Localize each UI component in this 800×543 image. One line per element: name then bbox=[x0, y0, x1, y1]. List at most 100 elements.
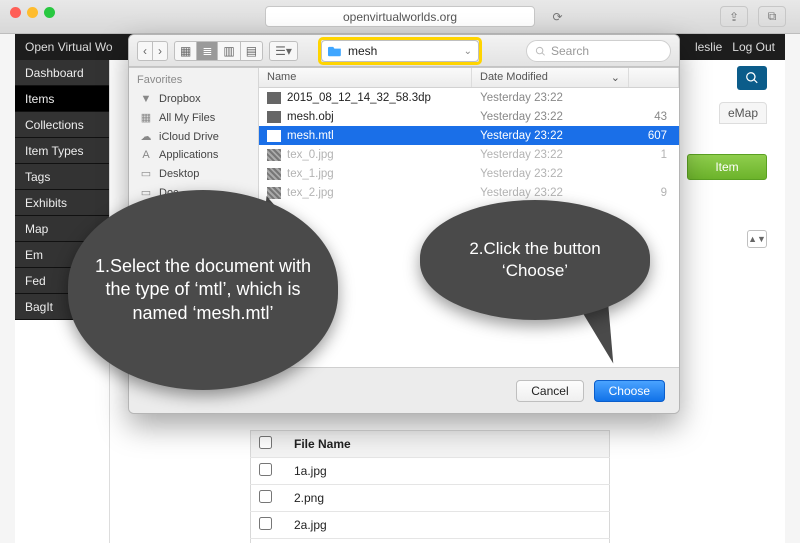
file-row[interactable]: tex_2.jpg Yesterday 23:229 bbox=[259, 183, 679, 202]
folder-popup[interactable]: mesh ⌄ bbox=[321, 40, 479, 62]
folder-icon bbox=[328, 45, 342, 57]
column-date-label: Date Modified bbox=[480, 71, 548, 83]
column-name[interactable]: Name bbox=[259, 68, 472, 87]
user-name[interactable]: leslie bbox=[695, 40, 722, 54]
favorite-all-my-files[interactable]: ▦ All My Files bbox=[137, 108, 250, 127]
file-date: Yesterday 23:22 bbox=[472, 130, 629, 142]
table-row[interactable]: 2b.png bbox=[251, 539, 610, 543]
nav-forward-button[interactable]: › bbox=[152, 41, 168, 61]
favorite-icloud-drive[interactable]: ☁iCloud Drive bbox=[137, 127, 250, 146]
file-date: Yesterday 23:22 bbox=[472, 149, 629, 161]
tabs-icon[interactable]: ⧉ bbox=[758, 6, 786, 27]
file-name: tex_1.jpg bbox=[287, 168, 334, 180]
view-columns-button[interactable]: ▥ bbox=[217, 41, 239, 61]
file-row[interactable]: mesh.obj Yesterday 23:2243 bbox=[259, 107, 679, 126]
favorite-label: Dropbox bbox=[159, 93, 201, 105]
zoom-window-icon[interactable] bbox=[44, 7, 55, 18]
add-item-button[interactable]: Item bbox=[687, 154, 767, 180]
sidebar-item-collections[interactable]: Collections bbox=[15, 112, 109, 138]
favorite-label: All My Files bbox=[159, 112, 215, 124]
annotation-step-2: 2.Click the button ‘Choose’ bbox=[420, 200, 650, 320]
favorite-icon: A bbox=[139, 149, 153, 161]
search-button[interactable] bbox=[737, 66, 767, 90]
choose-button[interactable]: Choose bbox=[594, 380, 665, 402]
reload-icon[interactable]: ⟳ bbox=[545, 6, 570, 27]
file-list-header[interactable]: Name Date Modified ⌄ bbox=[259, 68, 679, 88]
address-bar[interactable]: openvirtualworlds.org bbox=[265, 6, 535, 27]
chevron-updown-icon: ⌄ bbox=[464, 46, 472, 57]
sidebar-item-dashboard[interactable]: Dashboard bbox=[15, 60, 109, 86]
sidebar-item-item-types[interactable]: Item Types bbox=[15, 138, 109, 164]
table-row[interactable]: 2.png bbox=[251, 485, 610, 512]
file-name: mesh.obj bbox=[287, 111, 334, 123]
window-traffic-lights[interactable] bbox=[10, 7, 55, 18]
file-name-cell: 1a.jpg bbox=[286, 458, 610, 485]
table-row[interactable]: 2a.jpg bbox=[251, 512, 610, 539]
file-row[interactable]: mesh.mtl Yesterday 23:22607 bbox=[259, 126, 679, 145]
share-icon[interactable]: ⇪ bbox=[720, 6, 748, 27]
favorites-header: Favorites bbox=[137, 74, 250, 86]
close-window-icon[interactable] bbox=[10, 7, 21, 18]
file-date: Yesterday 23:22 bbox=[472, 92, 629, 104]
sidebar-item-exhibits[interactable]: Exhibits bbox=[15, 190, 109, 216]
file-name: tex_2.jpg bbox=[287, 187, 334, 199]
search-placeholder: Search bbox=[551, 44, 589, 58]
stepper-control[interactable]: ▲▼ bbox=[747, 230, 767, 248]
file-icon bbox=[267, 168, 281, 180]
file-size: 9 bbox=[629, 187, 679, 199]
search-icon bbox=[745, 71, 759, 85]
attached-files-table: File Name 1a.jpg2.png2a.jpg2b.png bbox=[250, 430, 610, 543]
row-checkbox[interactable] bbox=[259, 517, 272, 530]
minimize-window-icon[interactable] bbox=[27, 7, 38, 18]
file-row[interactable]: 2015_08_12_14_32_58.3dp Yesterday 23:22 bbox=[259, 88, 679, 107]
folder-name: mesh bbox=[348, 44, 377, 58]
dialog-search-field[interactable]: Search bbox=[526, 40, 671, 62]
row-checkbox[interactable] bbox=[259, 463, 272, 476]
file-name: 2015_08_12_14_32_58.3dp bbox=[287, 92, 431, 104]
view-coverflow-button[interactable]: ▤ bbox=[240, 41, 263, 61]
table-row[interactable]: 1a.jpg bbox=[251, 458, 610, 485]
favorite-icon: ▭ bbox=[139, 167, 153, 180]
file-date: Yesterday 23:22 bbox=[472, 111, 629, 123]
favorite-applications[interactable]: AApplications bbox=[137, 146, 250, 164]
column-size[interactable] bbox=[629, 68, 679, 87]
favorite-icon: ▼ bbox=[139, 93, 153, 105]
favorite-icon: ▦ bbox=[139, 111, 153, 124]
file-row[interactable]: tex_0.jpgYesterday 23:221 bbox=[259, 145, 679, 164]
view-icons-button[interactable]: ▦ bbox=[174, 41, 196, 61]
file-icon bbox=[267, 92, 281, 104]
file-name-cell: 2b.png bbox=[286, 539, 610, 543]
file-size: 607 bbox=[629, 130, 679, 142]
tab-emap[interactable]: eMap bbox=[719, 102, 767, 124]
file-name-cell: 2.png bbox=[286, 485, 610, 512]
address-text: openvirtualworlds.org bbox=[343, 10, 457, 24]
sidebar-item-items[interactable]: Items bbox=[15, 86, 109, 112]
file-icon bbox=[267, 149, 281, 161]
view-list-button[interactable]: ≣ bbox=[196, 41, 217, 61]
nav-back-button[interactable]: ‹ bbox=[137, 41, 152, 61]
favorite-label: iCloud Drive bbox=[159, 131, 219, 143]
file-name-header: File Name bbox=[286, 431, 610, 458]
browser-toolbar: openvirtualworlds.org ⟳ ⇪ ⧉ bbox=[0, 0, 800, 34]
file-date: Yesterday 23:22 bbox=[472, 187, 629, 199]
favorite-desktop[interactable]: ▭Desktop bbox=[137, 164, 250, 183]
file-icon bbox=[267, 130, 281, 142]
select-all-checkbox[interactable] bbox=[259, 436, 272, 449]
file-icon bbox=[267, 111, 281, 123]
cancel-button[interactable]: Cancel bbox=[516, 380, 583, 402]
view-mode-group[interactable]: ▦ ≣ ▥ ▤ bbox=[174, 41, 263, 61]
row-checkbox[interactable] bbox=[259, 490, 272, 503]
file-size: 43 bbox=[629, 111, 679, 123]
logout-link[interactable]: Log Out bbox=[732, 40, 775, 54]
arrange-menu-button[interactable]: ☰▾ bbox=[269, 41, 298, 61]
sidebar-item-tags[interactable]: Tags bbox=[15, 164, 109, 190]
column-date[interactable]: Date Modified ⌄ bbox=[472, 68, 629, 87]
file-name: mesh.mtl bbox=[287, 130, 334, 142]
file-name-cell: 2a.jpg bbox=[286, 512, 610, 539]
file-date: Yesterday 23:22 bbox=[472, 168, 629, 180]
nav-back-forward[interactable]: ‹ › bbox=[137, 41, 168, 61]
favorite-dropbox[interactable]: ▼ Dropbox bbox=[137, 90, 250, 108]
file-row[interactable]: tex_1.jpg Yesterday 23:22 bbox=[259, 164, 679, 183]
chevron-down-icon: ⌄ bbox=[611, 71, 620, 84]
dialog-toolbar: ‹ › ▦ ≣ ▥ ▤ ☰▾ mesh ⌄ Search bbox=[129, 35, 679, 67]
